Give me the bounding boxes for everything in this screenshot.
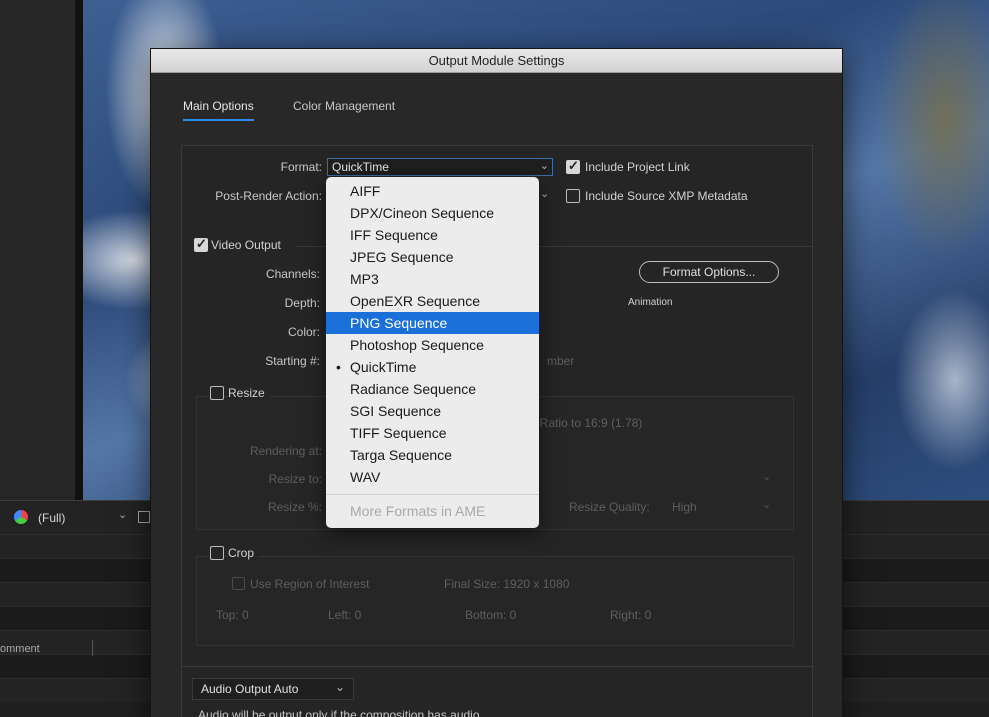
crop-right-field[interactable]: Right: 0 (610, 608, 651, 622)
menu-item-sgi-sequence[interactable]: SGI Sequence (326, 400, 539, 422)
include-project-link-label[interactable]: Include Project Link (585, 160, 690, 174)
resize-quality-label: Resize Quality: (569, 500, 650, 514)
audio-output-select[interactable]: Audio Output Auto ⌄ (192, 678, 354, 700)
menu-item-png-sequence[interactable]: PNG Sequence (326, 312, 539, 334)
chevron-down-icon: ⌄ (539, 160, 549, 172)
starting-number-label: Starting #: (265, 354, 320, 368)
menu-item-tiff-sequence[interactable]: TIFF Sequence (326, 422, 539, 444)
audio-output-value: Audio Output Auto (201, 682, 299, 696)
use-roi-checkbox[interactable] (232, 577, 245, 590)
magnification-value[interactable]: (Full) (38, 511, 65, 525)
chevron-down-icon: ⌄ (762, 471, 772, 483)
include-project-link-checkbox[interactable] (566, 158, 580, 174)
crop-bottom-field[interactable]: Bottom: 0 (465, 608, 516, 622)
menu-item-dpx-cineon-sequence[interactable]: DPX/Cineon Sequence (326, 202, 539, 224)
resize-percent-label: Resize %: (267, 500, 322, 514)
tab-main-options[interactable]: Main Options (183, 99, 254, 121)
crop-top-field[interactable]: Top: 0 (216, 608, 249, 622)
chevron-down-icon[interactable]: ⌄ (118, 508, 127, 521)
resize-quality-value[interactable]: High (672, 500, 697, 514)
comment-column-header[interactable]: omment (0, 643, 40, 655)
menu-item-targa-sequence[interactable]: Targa Sequence (326, 444, 539, 466)
region-toggle-icon[interactable] (138, 511, 150, 523)
menu-item-aiff[interactable]: AIFF (326, 180, 539, 202)
color-label: Color: (287, 325, 320, 339)
chevron-down-icon: ⌄ (762, 499, 772, 511)
menu-item-radiance-sequence[interactable]: Radiance Sequence (326, 378, 539, 400)
format-select[interactable]: QuickTime ⌄ (327, 158, 553, 176)
codec-label: Animation (628, 297, 673, 308)
format-options-button[interactable]: Format Options... (639, 261, 779, 283)
menu-item-more-formats: More Formats in AME (350, 503, 486, 519)
use-comp-frame-number-label: mber (547, 354, 575, 368)
chevron-down-icon: ⌄ (334, 680, 345, 694)
tab-color-management[interactable]: Color Management (293, 99, 395, 113)
post-render-label: Post-Render Action: (215, 189, 322, 203)
selected-bullet-icon: • (336, 359, 341, 375)
app-left-panel (0, 0, 75, 500)
depth-label: Depth: (284, 296, 320, 310)
video-output-checkbox[interactable] (194, 236, 208, 252)
menu-item-wav[interactable]: WAV (326, 466, 539, 488)
crop-label[interactable]: Crop (228, 546, 259, 560)
crop-checkbox[interactable] (210, 546, 224, 560)
format-dropdown-menu: AIFF DPX/Cineon Sequence IFF Sequence JP… (326, 177, 539, 528)
channels-label: Channels: (265, 267, 320, 281)
menu-separator (326, 494, 539, 495)
format-select-value: QuickTime (332, 160, 389, 174)
dialog-title: Output Module Settings (151, 49, 842, 73)
audio-note: Audio will be output only if the composi… (198, 708, 483, 717)
lock-aspect-ratio-label: ct Ratio to 16:9 (1.78) (527, 416, 643, 430)
menu-item-photoshop-sequence[interactable]: Photoshop Sequence (326, 334, 539, 356)
final-size-label: Final Size: 1920 x 1080 (444, 577, 570, 591)
crop-left-field[interactable]: Left: 0 (328, 608, 361, 622)
menu-item-openexr-sequence[interactable]: OpenEXR Sequence (326, 290, 539, 312)
column-divider[interactable] (92, 640, 93, 656)
menu-item-jpeg-sequence[interactable]: JPEG Sequence (326, 246, 539, 268)
include-xmp-checkbox[interactable] (566, 189, 580, 203)
resize-to-label: Resize to: (268, 472, 322, 486)
section-divider (182, 666, 814, 667)
resize-checkbox[interactable] (210, 386, 224, 400)
crop-section (196, 556, 794, 646)
video-output-label[interactable]: Video Output (211, 238, 281, 252)
rendering-at-label: Rendering at: (249, 444, 322, 458)
menu-item-quicktime[interactable]: • QuickTime (326, 356, 539, 378)
format-label: Format: (280, 160, 322, 174)
menu-item-mp3[interactable]: MP3 (326, 268, 539, 290)
menu-item-iff-sequence[interactable]: IFF Sequence (326, 224, 539, 246)
viewer-edge (75, 0, 83, 500)
color-channels-icon[interactable] (14, 510, 28, 524)
resize-label[interactable]: Resize (228, 386, 269, 400)
include-xmp-label[interactable]: Include Source XMP Metadata (585, 189, 748, 203)
use-roi-label[interactable]: Use Region of Interest (250, 577, 369, 591)
